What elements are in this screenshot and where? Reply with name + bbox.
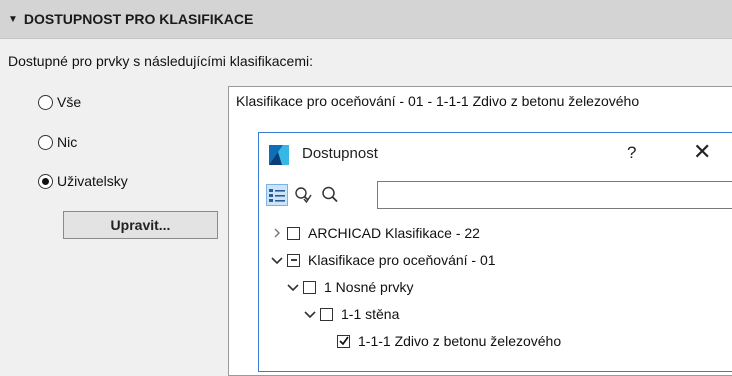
tree-item-reinforced-concrete[interactable]: 1-1-1 Zdivo z betonu železového <box>337 328 561 354</box>
tree-item-label: Klasifikace pro oceňování - 01 <box>308 252 496 268</box>
tree-item-pricing-classification[interactable]: Klasifikace pro oceňování - 01 <box>270 247 496 273</box>
radio-button-icon[interactable] <box>38 134 53 150</box>
tree-item-label: 1 Nosné prvky <box>324 279 414 295</box>
search-input[interactable] <box>377 181 732 209</box>
classification-field-text: Klasifikace pro oceňování - 01 - 1-1-1 Z… <box>236 93 640 109</box>
edit-button[interactable]: Upravit... <box>63 211 218 239</box>
radio-button-icon[interactable] <box>38 94 53 110</box>
header-divider <box>0 38 732 39</box>
radio-all[interactable]: Vše <box>38 94 81 110</box>
chevron-down-icon[interactable] <box>286 283 300 291</box>
checkbox-partial-icon[interactable] <box>287 253 300 267</box>
collapse-triangle-icon[interactable]: ▼ <box>8 14 18 25</box>
checkbox-unchecked-icon[interactable] <box>303 280 316 294</box>
checkbox-unchecked-icon[interactable] <box>287 226 300 240</box>
search-icon[interactable] <box>319 184 341 206</box>
close-button[interactable]: ✕ <box>693 139 711 165</box>
filter-checked-icon[interactable] <box>292 184 314 206</box>
chevron-down-icon[interactable] <box>270 256 284 264</box>
intro-label: Dostupné pro prvky s následujícími klasi… <box>8 53 314 69</box>
dialog-titlebar[interactable]: Dostupnost ? ✕ <box>259 133 732 176</box>
checkbox-checked-icon[interactable] <box>337 334 350 348</box>
section-title: DOSTUPNOST PRO KLASIFIKACE <box>23 11 254 27</box>
tree-item-label: 1-1 stěna <box>341 306 400 322</box>
chevron-down-icon[interactable] <box>303 310 317 318</box>
chevron-right-icon[interactable] <box>270 228 284 238</box>
dialog-title: Dostupnost <box>302 145 378 162</box>
app-icon <box>269 145 289 165</box>
tree-item-load-bearing[interactable]: 1 Nosné prvky <box>286 274 413 300</box>
tree-item-label: ARCHICAD Klasifikace - 22 <box>308 225 480 241</box>
radio-all-label: Vše <box>57 94 82 110</box>
radio-none[interactable]: Nic <box>38 134 77 150</box>
radio-none-label: Nic <box>57 134 78 150</box>
checkbox-unchecked-icon[interactable] <box>320 307 333 321</box>
tree-item-wall[interactable]: 1-1 stěna <box>303 301 399 327</box>
radio-custom-label: Uživatelsky <box>57 173 128 189</box>
radio-custom[interactable]: Uživatelsky <box>38 173 128 189</box>
radio-button-selected-icon[interactable] <box>38 173 53 189</box>
help-button[interactable]: ? <box>627 143 636 163</box>
tree-item-archicad[interactable]: ARCHICAD Klasifikace - 22 <box>270 220 480 246</box>
availability-dialog: Dostupnost ? ✕ ARCHICAD Klasifikace - 22… <box>258 132 732 372</box>
tree-view-icon[interactable] <box>266 184 288 206</box>
section-header[interactable]: ▼ DOSTUPNOST PRO KLASIFIKACE <box>0 0 732 38</box>
tree-item-label: 1-1-1 Zdivo z betonu železového <box>358 333 562 349</box>
